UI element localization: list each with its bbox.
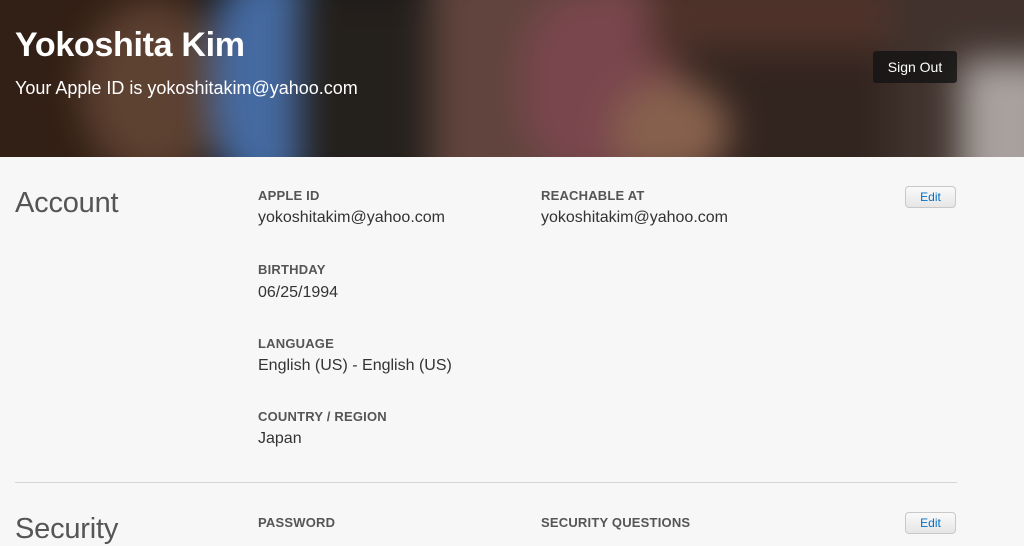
language-label: LANGUAGE [258, 336, 334, 351]
apple-id-label: APPLE ID [258, 188, 320, 203]
country-region-value: Japan [258, 430, 302, 447]
birthday-value: 06/25/1994 [258, 284, 339, 301]
reachable-at-value: yokoshitakim@yahoo.com [541, 209, 728, 226]
account-section-title: Account [15, 187, 119, 219]
reachable-at-label: REACHABLE AT [541, 188, 645, 203]
apple-id-value: yokoshitakim@yahoo.com [258, 209, 445, 226]
security-questions-label: SECURITY QUESTIONS [541, 515, 691, 530]
birthday-label: BIRTHDAY [258, 262, 326, 277]
security-edit-button[interactable]: Edit [905, 512, 956, 534]
security-section-title: Security [15, 513, 119, 545]
sign-out-button[interactable]: Sign Out [873, 51, 957, 83]
section-divider [15, 482, 957, 483]
profile-header: Yokoshita Kim Your Apple ID is yokoshita… [0, 0, 1024, 157]
apple-id-subtitle: Your Apple ID is yokoshitakim@yahoo.com [15, 78, 358, 98]
language-value: English (US) - English (US) [258, 357, 452, 374]
profile-name: Yokoshita Kim [15, 26, 245, 64]
country-region-label: COUNTRY / REGION [258, 409, 387, 424]
account-edit-button[interactable]: Edit [905, 186, 956, 208]
password-label: PASSWORD [258, 515, 336, 530]
